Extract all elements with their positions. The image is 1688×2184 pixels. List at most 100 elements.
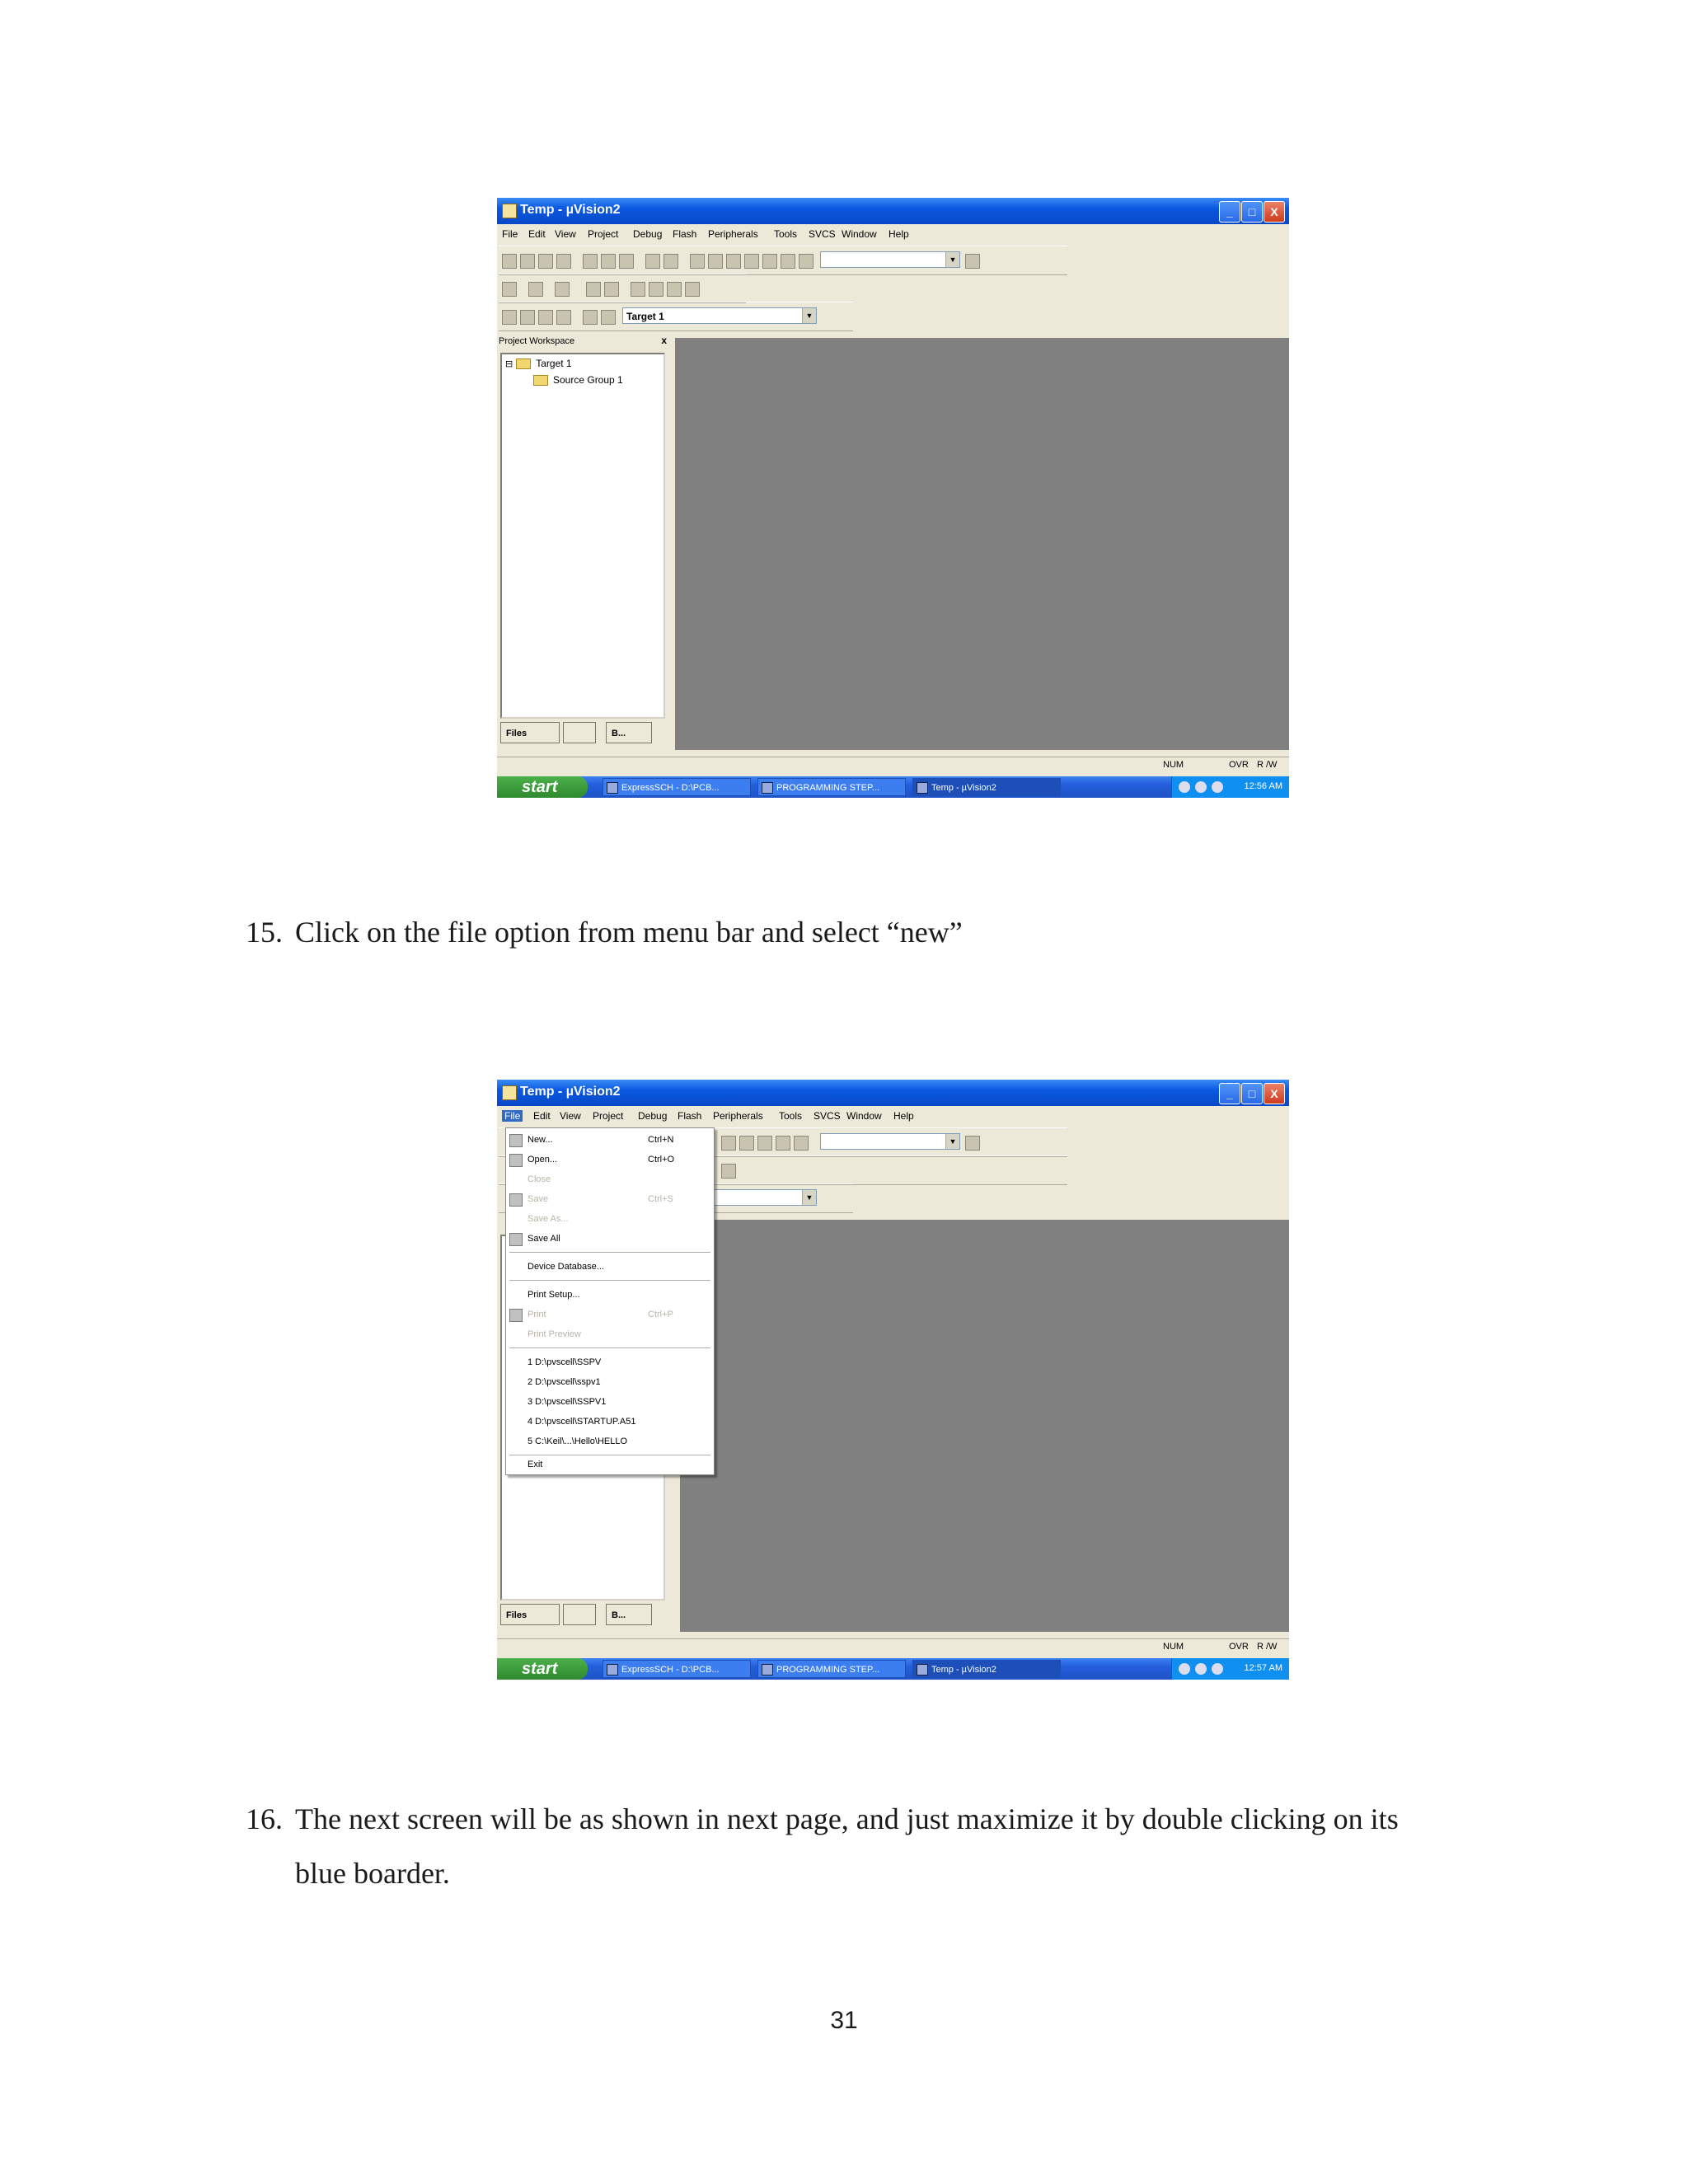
find-icon[interactable] xyxy=(776,1136,790,1151)
taskbar-item-expresssch[interactable]: ExpressSCH - D:\PCB... xyxy=(603,778,751,796)
translate-icon[interactable] xyxy=(502,310,517,325)
menu-window[interactable]: Window xyxy=(846,1110,882,1122)
tab-regs[interactable] xyxy=(563,722,596,743)
menu-debug[interactable]: Debug xyxy=(638,1110,667,1122)
tray-icon[interactable] xyxy=(1195,781,1207,793)
config-icon[interactable] xyxy=(667,282,682,297)
file-menu-recent-1[interactable]: 1 D:\pvscell\SSPV xyxy=(506,1354,714,1372)
file-menu-device-database[interactable]: Device Database... xyxy=(506,1258,714,1277)
menu-view[interactable]: View xyxy=(560,1110,581,1122)
rebuild-icon[interactable] xyxy=(538,310,553,325)
tab-books[interactable]: B... xyxy=(606,722,652,743)
output-window-icon[interactable] xyxy=(604,282,619,297)
bookmark-icon[interactable] xyxy=(721,1136,736,1151)
menu-flash[interactable]: Flash xyxy=(678,1110,701,1122)
outdent-icon[interactable] xyxy=(708,254,723,269)
bookmark-next-icon[interactable] xyxy=(757,1136,772,1151)
file-menu-close[interactable]: Close xyxy=(506,1171,714,1189)
build-icon[interactable] xyxy=(520,310,535,325)
copy-icon[interactable] xyxy=(601,254,616,269)
find-icon[interactable] xyxy=(781,254,795,269)
source-browser-icon[interactable] xyxy=(631,282,645,297)
find-combo[interactable]: ▼ xyxy=(820,1133,960,1150)
title-bar[interactable]: Temp - µVision2 _ □ X xyxy=(497,198,1289,224)
maximize-button[interactable]: □ xyxy=(1241,201,1263,223)
tray-icon[interactable] xyxy=(1179,781,1190,793)
menu-window[interactable]: Window xyxy=(842,228,877,240)
menu-help[interactable]: Help xyxy=(893,1110,914,1122)
magnify-icon[interactable] xyxy=(555,282,570,297)
tab-files[interactable]: Files xyxy=(500,1604,560,1625)
maximize-button[interactable]: □ xyxy=(1241,1083,1263,1104)
indent-icon[interactable] xyxy=(690,254,705,269)
tray-icon[interactable] xyxy=(1195,1663,1207,1675)
bookmark-icon[interactable] xyxy=(726,254,741,269)
binoculars-icon[interactable] xyxy=(965,254,980,269)
load-icon[interactable] xyxy=(583,310,598,325)
file-menu-print[interactable]: Print Ctrl+P xyxy=(506,1306,714,1324)
menu-edit[interactable]: Edit xyxy=(533,1110,551,1122)
undo-icon[interactable] xyxy=(645,254,660,269)
new-file-icon[interactable] xyxy=(502,254,517,269)
bookmark-next-icon[interactable] xyxy=(762,254,777,269)
menu-edit[interactable]: Edit xyxy=(528,228,546,240)
menu-tools[interactable]: Tools xyxy=(774,228,797,240)
print-icon[interactable] xyxy=(528,282,543,297)
file-menu-recent-2[interactable]: 2 D:\pvscell\sspv1 xyxy=(506,1374,714,1392)
taskbar-item-programming[interactable]: PROGRAMMING STEP... xyxy=(757,1660,906,1678)
find-combo[interactable]: ▼ xyxy=(820,251,960,268)
file-menu-save-as[interactable]: Save As... xyxy=(506,1211,714,1229)
minimize-button[interactable]: _ xyxy=(1219,1083,1240,1104)
redo-icon[interactable] xyxy=(663,254,678,269)
file-menu-open[interactable]: Open... Ctrl+O xyxy=(506,1151,714,1169)
workspace-close-button[interactable]: x xyxy=(661,335,667,346)
file-menu-print-preview[interactable]: Print Preview xyxy=(506,1326,714,1344)
chevron-down-icon[interactable]: ▼ xyxy=(802,308,816,323)
target-select[interactable]: Target 1 ▼ xyxy=(622,307,817,324)
tree-item-target[interactable]: ⊟ Target 1 xyxy=(505,358,572,370)
chevron-down-icon[interactable]: ▼ xyxy=(945,1134,959,1149)
workspace-icon[interactable] xyxy=(586,282,601,297)
save-all-icon[interactable] xyxy=(556,254,571,269)
menu-view[interactable]: View xyxy=(555,228,576,240)
binoculars-icon[interactable] xyxy=(965,1136,980,1151)
debug-start-icon[interactable] xyxy=(502,282,517,297)
tray-icon[interactable] xyxy=(1212,781,1223,793)
options-icon[interactable] xyxy=(601,310,616,325)
title-bar[interactable]: Temp - µVision2 _ □ X xyxy=(497,1080,1289,1106)
menu-project[interactable]: Project xyxy=(588,228,618,240)
taskbar-item-programming[interactable]: PROGRAMMING STEP... xyxy=(757,778,906,796)
paste-icon[interactable] xyxy=(619,254,634,269)
menu-svcs[interactable]: SVCS xyxy=(809,228,836,240)
menu-svcs[interactable]: SVCS xyxy=(814,1110,841,1122)
menu-file[interactable]: File xyxy=(502,228,518,240)
tray-icon[interactable] xyxy=(1212,1663,1223,1675)
file-menu-save[interactable]: Save Ctrl+S xyxy=(506,1191,714,1209)
menu-file[interactable]: File xyxy=(502,1110,523,1122)
browse-icon[interactable] xyxy=(794,1136,809,1151)
start-button[interactable]: start xyxy=(497,776,588,798)
tree-item-source-group[interactable]: Source Group 1 xyxy=(533,374,623,387)
window-icon[interactable] xyxy=(721,1164,736,1179)
editor-area[interactable] xyxy=(675,338,1289,750)
menu-debug[interactable]: Debug xyxy=(633,228,662,240)
tab-books[interactable]: B... xyxy=(606,1604,652,1625)
file-menu-recent-5[interactable]: 5 C:\Keil\...\Hello\HELLO xyxy=(506,1433,714,1451)
menu-peripherals[interactable]: Peripherals xyxy=(713,1110,763,1122)
tools-icon[interactable] xyxy=(649,282,663,297)
menu-peripherals[interactable]: Peripherals xyxy=(708,228,758,240)
minimize-button[interactable]: _ xyxy=(1219,201,1240,223)
file-menu-print-setup[interactable]: Print Setup... xyxy=(506,1286,714,1305)
tab-regs[interactable] xyxy=(563,1604,596,1625)
cut-icon[interactable] xyxy=(583,254,598,269)
chevron-down-icon[interactable]: ▼ xyxy=(802,1190,816,1205)
menu-tools[interactable]: Tools xyxy=(779,1110,802,1122)
editor-area[interactable] xyxy=(680,1220,1289,1632)
file-menu-exit[interactable]: Exit xyxy=(506,1456,714,1474)
taskbar-item-uvision[interactable]: Temp - µVision2 xyxy=(912,1660,1061,1678)
window-icon[interactable] xyxy=(685,282,700,297)
bookmark-prev-icon[interactable] xyxy=(744,254,759,269)
open-file-icon[interactable] xyxy=(520,254,535,269)
menu-project[interactable]: Project xyxy=(593,1110,623,1122)
file-menu-recent-4[interactable]: 4 D:\pvscell\STARTUP.A51 xyxy=(506,1413,714,1432)
